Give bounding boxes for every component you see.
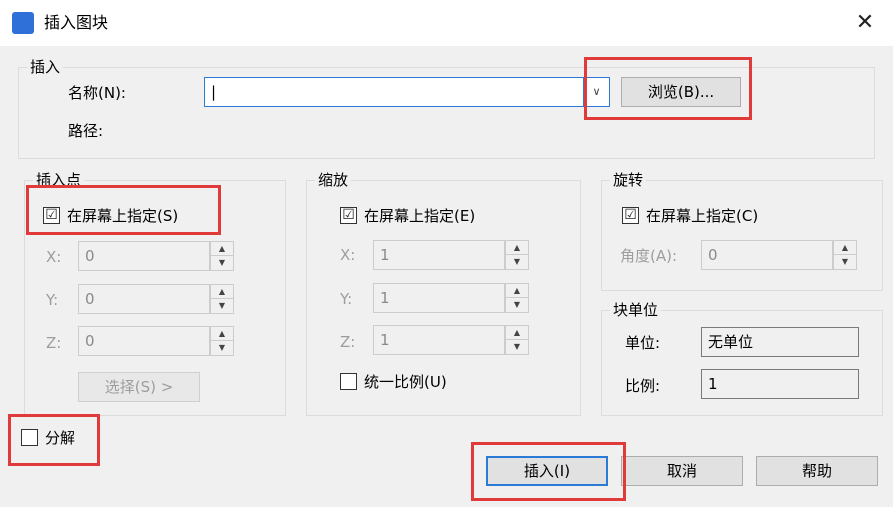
angle-spinner[interactable]: ▲ ▼	[833, 240, 857, 270]
insert-x-label: X:	[46, 248, 62, 266]
window-title: 插入图块	[44, 13, 109, 32]
spin-up-icon[interactable]: ▲	[211, 285, 233, 299]
scale-y-label: Y:	[340, 290, 353, 308]
scale-on-screen-label: 在屏幕上指定(E)	[364, 207, 476, 225]
uniform-scale-label: 统一比例(U)	[364, 373, 447, 391]
title-bar: 插入图块 ✕	[0, 0, 893, 46]
insert-on-screen-label: 在屏幕上指定(S)	[67, 207, 179, 225]
spin-down-icon[interactable]: ▼	[506, 298, 528, 312]
spin-up-icon[interactable]: ▲	[834, 241, 856, 255]
insert-x-spinner[interactable]: ▲ ▼	[210, 241, 234, 271]
scale-z-spinner[interactable]: ▲ ▼	[505, 325, 529, 355]
path-label: 路径:	[68, 122, 104, 140]
rotation-group: 旋转	[601, 170, 883, 291]
help-button[interactable]: 帮助	[756, 456, 878, 486]
insert-z-label: Z:	[46, 334, 62, 352]
scale-z-input[interactable]: 1	[373, 325, 505, 355]
uniform-scale-checkbox[interactable]	[340, 373, 357, 390]
spin-down-icon[interactable]: ▼	[211, 256, 233, 270]
scale-x-spinner[interactable]: ▲ ▼	[505, 240, 529, 270]
spin-up-icon[interactable]: ▲	[506, 326, 528, 340]
rotation-on-screen-label: 在屏幕上指定(C)	[646, 207, 759, 225]
spin-down-icon[interactable]: ▼	[211, 299, 233, 313]
scale-x-label: X:	[340, 246, 356, 264]
insert-x-input[interactable]: 0	[78, 241, 210, 271]
ratio-label: 比例:	[625, 377, 661, 395]
insert-y-input[interactable]: 0	[78, 284, 210, 314]
spin-down-icon[interactable]: ▼	[834, 255, 856, 269]
chevron-down-icon[interactable]: ∨	[584, 77, 610, 107]
browse-button[interactable]: 浏览(B)...	[621, 77, 741, 107]
explode-checkbox[interactable]	[21, 429, 38, 446]
scale-z-label: Z:	[340, 333, 356, 351]
spin-down-icon[interactable]: ▼	[506, 255, 528, 269]
spin-up-icon[interactable]: ▲	[211, 242, 233, 256]
scale-on-screen-checkbox[interactable]: ☑	[340, 207, 357, 224]
select-point-button[interactable]: 选择(S) >	[78, 372, 200, 402]
rotation-legend: 旋转	[610, 170, 647, 190]
angle-label: 角度(A):	[620, 247, 678, 265]
spin-up-icon[interactable]: ▲	[506, 241, 528, 255]
insert-y-label: Y:	[46, 291, 59, 309]
scale-x-input[interactable]: 1	[373, 240, 505, 270]
rotation-on-screen-checkbox[interactable]: ☑	[622, 207, 639, 224]
spin-up-icon[interactable]: ▲	[211, 327, 233, 341]
scale-y-spinner[interactable]: ▲ ▼	[505, 283, 529, 313]
insert-z-input[interactable]: 0	[78, 326, 210, 356]
unit-value: 无单位	[701, 327, 859, 357]
block-unit-group: 块单位	[601, 300, 883, 416]
scale-legend: 缩放	[315, 170, 352, 190]
name-label: 名称(N):	[68, 84, 126, 102]
insert-on-screen-checkbox[interactable]: ☑	[43, 207, 60, 224]
block-unit-legend: 块单位	[610, 300, 662, 320]
ratio-value: 1	[701, 369, 859, 399]
spin-up-icon[interactable]: ▲	[506, 284, 528, 298]
cancel-button[interactable]: 取消	[621, 456, 743, 486]
insert-group-legend: 插入	[27, 57, 64, 77]
insertion-point-legend: 插入点	[33, 170, 85, 190]
insert-z-spinner[interactable]: ▲ ▼	[210, 326, 234, 356]
name-input[interactable]: |	[204, 77, 584, 107]
unit-label: 单位:	[625, 334, 661, 352]
explode-label: 分解	[45, 429, 76, 447]
insert-button[interactable]: 插入(I)	[486, 456, 608, 486]
app-icon	[12, 12, 34, 34]
scale-y-input[interactable]: 1	[373, 283, 505, 313]
spin-down-icon[interactable]: ▼	[211, 341, 233, 355]
angle-input[interactable]: 0	[701, 240, 833, 270]
insert-y-spinner[interactable]: ▲ ▼	[210, 284, 234, 314]
spin-down-icon[interactable]: ▼	[506, 340, 528, 354]
close-icon[interactable]: ✕	[850, 9, 880, 37]
